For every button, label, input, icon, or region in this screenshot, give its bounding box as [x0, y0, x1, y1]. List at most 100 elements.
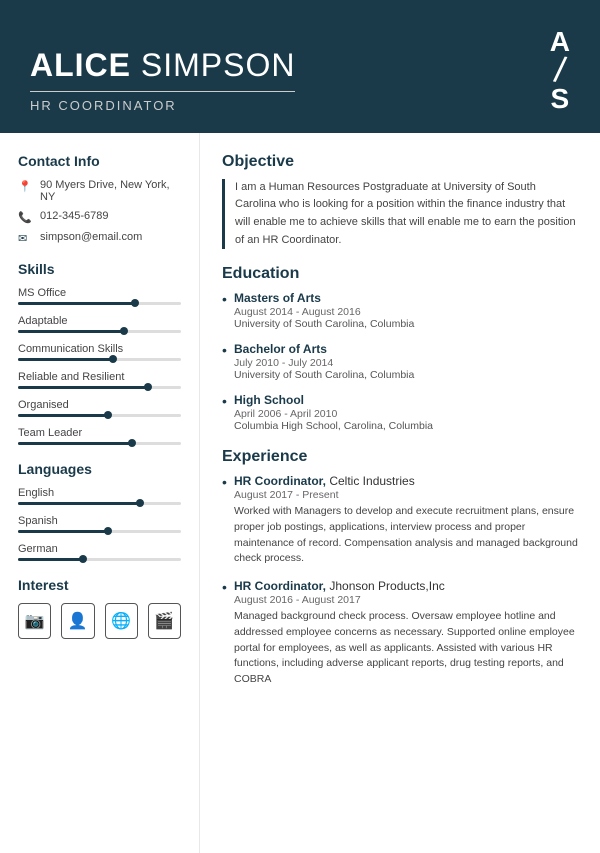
exp-company: Celtic Industries [329, 474, 414, 488]
skill-item: Reliable and Resilient [18, 371, 181, 389]
skill-dot [131, 299, 139, 307]
language-item: English [18, 487, 181, 505]
content: Objective I am a Human Resources Postgra… [200, 133, 600, 853]
skill-dot [128, 439, 136, 447]
skill-name: MS Office [18, 287, 181, 299]
edu-degree: Masters of Arts [234, 291, 578, 305]
skill-bar-fill [18, 386, 148, 389]
exp-title: HR Coordinator, Jhonson Products,Inc [234, 579, 578, 593]
skill-name: Communication Skills [18, 343, 181, 355]
skill-bar-bg [18, 414, 181, 417]
language-name: German [18, 543, 181, 555]
skill-name: Adaptable [18, 315, 181, 327]
skill-dot [144, 383, 152, 391]
exp-desc: Worked with Managers to develop and exec… [234, 504, 578, 567]
language-dot [136, 499, 144, 507]
exp-dates: August 2017 - Present [234, 489, 578, 501]
skill-item: Communication Skills [18, 343, 181, 361]
exp-company: Jhonson Products,Inc [329, 579, 444, 593]
experience-item: HR Coordinator, Jhonson Products,Inc Aug… [222, 579, 578, 688]
last-name: SIMPSON [141, 47, 296, 83]
experience-item: HR Coordinator, Celtic Industries August… [222, 474, 578, 567]
skill-item: Team Leader [18, 427, 181, 445]
edu-school: University of South Carolina, Columbia [234, 369, 578, 381]
interest-icon-0: 📷 [18, 603, 51, 639]
contact-section-title: Contact Info [18, 153, 181, 169]
skill-bar-bg [18, 442, 181, 445]
header-name: ALICE SIMPSON [30, 48, 295, 83]
interest-icon-1: 👤 [61, 603, 94, 639]
language-bar-bg [18, 502, 181, 505]
phone-icon: 📞 [18, 211, 34, 224]
education-item: Bachelor of Arts July 2010 - July 2014 U… [222, 342, 578, 381]
language-item: German [18, 543, 181, 561]
edu-degree: High School [234, 393, 578, 407]
skill-bar-fill [18, 330, 124, 333]
skill-dot [120, 327, 128, 335]
language-name: English [18, 487, 181, 499]
language-dot [104, 527, 112, 535]
contact-phone-item: 📞 012-345-6789 [18, 210, 181, 224]
interest-section-title: Interest [18, 577, 181, 593]
language-item: Spanish [18, 515, 181, 533]
monogram-slash: / [552, 55, 567, 85]
education-list: Masters of Arts August 2014 - August 201… [222, 291, 578, 432]
languages-list: English Spanish German [18, 487, 181, 561]
skill-bar-bg [18, 386, 181, 389]
edu-dates: August 2014 - August 2016 [234, 306, 578, 318]
interest-icon-3: 🎬 [148, 603, 181, 639]
skill-bar-fill [18, 414, 108, 417]
education-item: Masters of Arts August 2014 - August 201… [222, 291, 578, 330]
skill-item: Adaptable [18, 315, 181, 333]
skill-item: Organised [18, 399, 181, 417]
education-item: High School April 2006 - April 2010 Colu… [222, 393, 578, 432]
experience-section-title: Experience [222, 448, 578, 466]
exp-desc: Managed background check process. Oversa… [234, 609, 578, 688]
interest-icon-2: 🌐 [105, 603, 138, 639]
skill-name: Team Leader [18, 427, 181, 439]
objective-section-title: Objective [222, 153, 578, 171]
language-dot [79, 555, 87, 563]
header-monogram: A / S [550, 28, 570, 113]
language-bar-bg [18, 530, 181, 533]
contact-email-item: ✉ simpson@email.com [18, 231, 181, 245]
skill-bar-bg [18, 358, 181, 361]
skill-dot [109, 355, 117, 363]
skill-bar-bg [18, 330, 181, 333]
skills-section-title: Skills [18, 261, 181, 277]
edu-school: University of South Carolina, Columbia [234, 318, 578, 330]
exp-title: HR Coordinator, Celtic Industries [234, 474, 578, 488]
edu-dates: July 2010 - July 2014 [234, 357, 578, 369]
skill-item: MS Office [18, 287, 181, 305]
skills-list: MS Office Adaptable Communication Skills… [18, 287, 181, 445]
skill-bar-fill [18, 442, 132, 445]
skill-name: Reliable and Resilient [18, 371, 181, 383]
skill-dot [104, 411, 112, 419]
languages-section-title: Languages [18, 461, 181, 477]
edu-degree: Bachelor of Arts [234, 342, 578, 356]
language-bar-fill [18, 558, 83, 561]
language-bar-fill [18, 530, 108, 533]
language-name: Spanish [18, 515, 181, 527]
language-bar-bg [18, 558, 181, 561]
contact-email: simpson@email.com [40, 231, 142, 243]
interest-icons: 📷 👤 🌐 🎬 [18, 603, 181, 639]
header-title: HR COORDINATOR [30, 91, 295, 113]
contact-address-item: 📍 90 Myers Drive, New York, NY [18, 179, 181, 203]
header-left: ALICE SIMPSON HR COORDINATOR [30, 48, 295, 113]
exp-dates: August 2016 - August 2017 [234, 594, 578, 606]
location-icon: 📍 [18, 180, 34, 193]
header: ALICE SIMPSON HR COORDINATOR A / S [0, 0, 600, 133]
sidebar: Contact Info 📍 90 Myers Drive, New York,… [0, 133, 200, 853]
experience-list: HR Coordinator, Celtic Industries August… [222, 474, 578, 688]
edu-dates: April 2006 - April 2010 [234, 408, 578, 420]
education-section-title: Education [222, 265, 578, 283]
skill-name: Organised [18, 399, 181, 411]
skill-bar-fill [18, 302, 135, 305]
contact-phone: 012-345-6789 [40, 210, 109, 222]
contact-address: 90 Myers Drive, New York, NY [40, 179, 181, 203]
email-icon: ✉ [18, 232, 34, 245]
main-layout: Contact Info 📍 90 Myers Drive, New York,… [0, 133, 600, 853]
first-name: ALICE [30, 47, 131, 83]
skill-bar-bg [18, 302, 181, 305]
